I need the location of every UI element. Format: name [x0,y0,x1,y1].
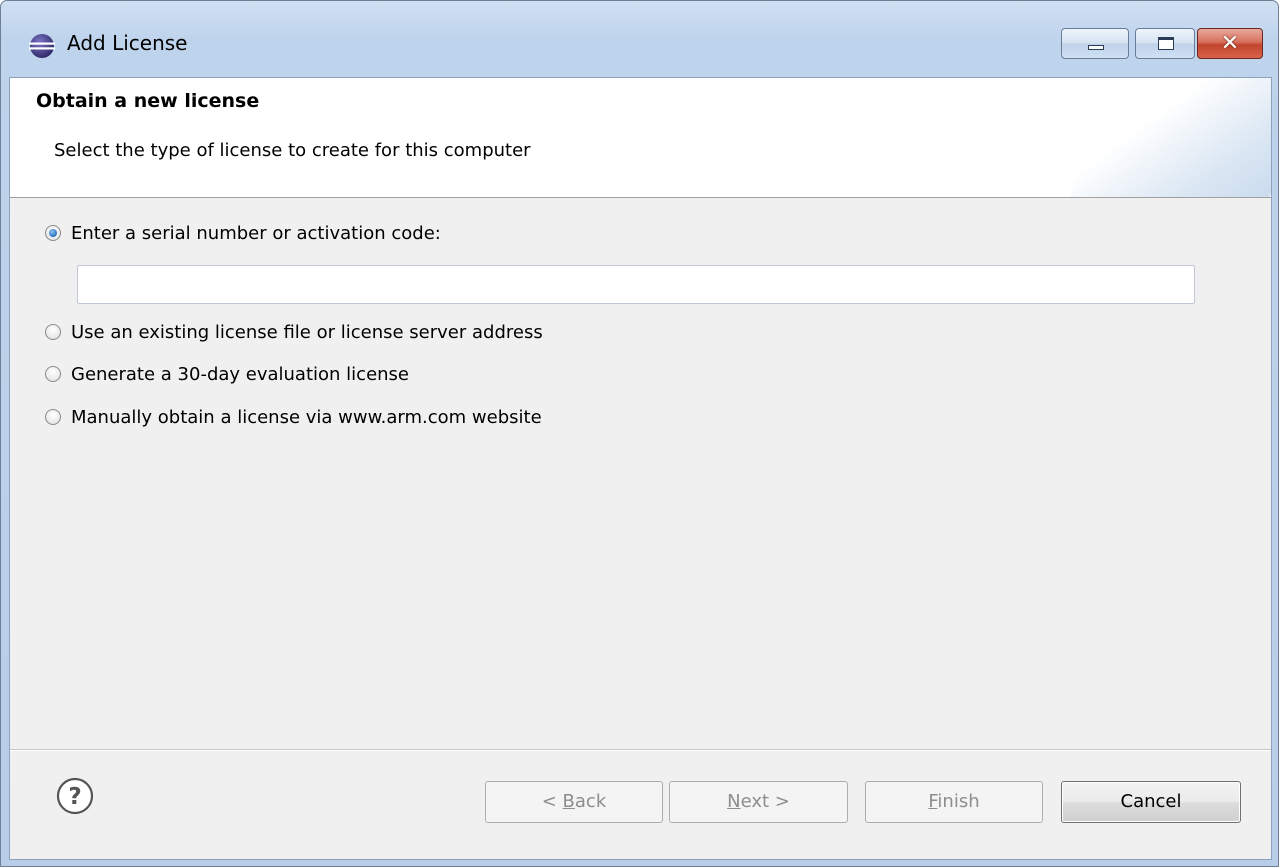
dialog-window: Add License ✕ Obtain a new license Selec… [0,0,1279,867]
banner-decoration [1065,78,1271,197]
radio-manual-license[interactable] [45,409,61,425]
back-button[interactable]: < Back [485,781,663,823]
radio-existing-license[interactable] [45,324,61,340]
next-button-mnemonic: N [727,791,741,812]
radio-label: Use an existing license file or license … [71,321,543,343]
close-button[interactable]: ✕ [1197,28,1263,59]
help-icon[interactable]: ? [55,776,95,816]
window-title: Add License [67,31,188,55]
radio-label: Generate a 30-day evaluation license [71,363,410,385]
back-button-prefix: < [541,791,563,812]
dialog-body: Obtain a new license Select the type of … [9,77,1272,860]
option-serial-number[interactable]: Enter a serial number or activation code… [45,219,441,247]
radio-evaluation-license[interactable] [45,366,61,382]
close-icon: ✕ [1220,31,1240,56]
title-bar[interactable]: Add License ✕ [1,1,1278,81]
minimize-icon [1088,45,1104,50]
radio-label: Manually obtain a license via www.arm.co… [71,406,542,428]
cancel-button[interactable]: Cancel [1061,781,1241,823]
radio-serial-number[interactable] [45,225,61,241]
option-existing-license[interactable]: Use an existing license file or license … [45,318,543,346]
finish-button[interactable]: Finish [865,781,1043,823]
minimize-button[interactable] [1061,28,1129,59]
serial-number-input[interactable] [77,265,1195,304]
maximize-icon [1158,37,1174,50]
option-evaluation-license[interactable]: Generate a 30-day evaluation license [45,360,409,388]
eclipse-icon [29,34,55,58]
finish-button-label: inish [937,791,980,812]
radio-label: Enter a serial number or activation code… [71,222,441,244]
page-description: Select the type of license to create for… [54,140,531,161]
option-manual-license[interactable]: Manually obtain a license via www.arm.co… [45,403,542,431]
maximize-button[interactable] [1135,28,1195,59]
svg-text:?: ? [68,784,81,810]
back-button-label: ack [574,791,607,812]
wizard-banner: Obtain a new license Select the type of … [10,78,1271,198]
next-button[interactable]: Next > [669,781,848,823]
page-title: Obtain a new license [36,90,260,112]
next-button-label: ext > [740,791,790,812]
back-button-mnemonic: B [562,791,575,812]
footer-separator [10,749,1271,751]
